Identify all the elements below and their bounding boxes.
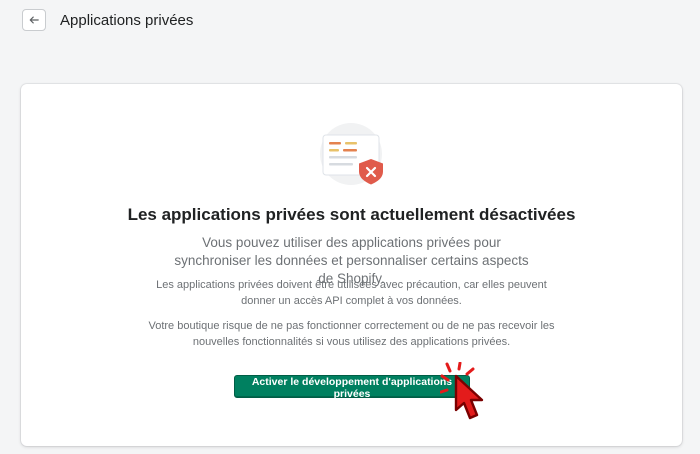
caution-note: Les applications privées doivent être ut… [156,279,547,307]
document-shield-error-icon [320,123,383,185]
empty-state-heading: Les applications privées sont actuelleme… [127,205,576,224]
page-title: Applications privées [60,12,194,29]
enable-private-apps-button[interactable]: Activer le développement d'applications … [234,375,470,400]
arrow-left-icon [29,16,39,24]
page-header: Applications privées [0,0,700,44]
compatibility-note: Votre boutique risque de ne pas fonction… [148,320,555,348]
back-button[interactable] [22,9,46,31]
